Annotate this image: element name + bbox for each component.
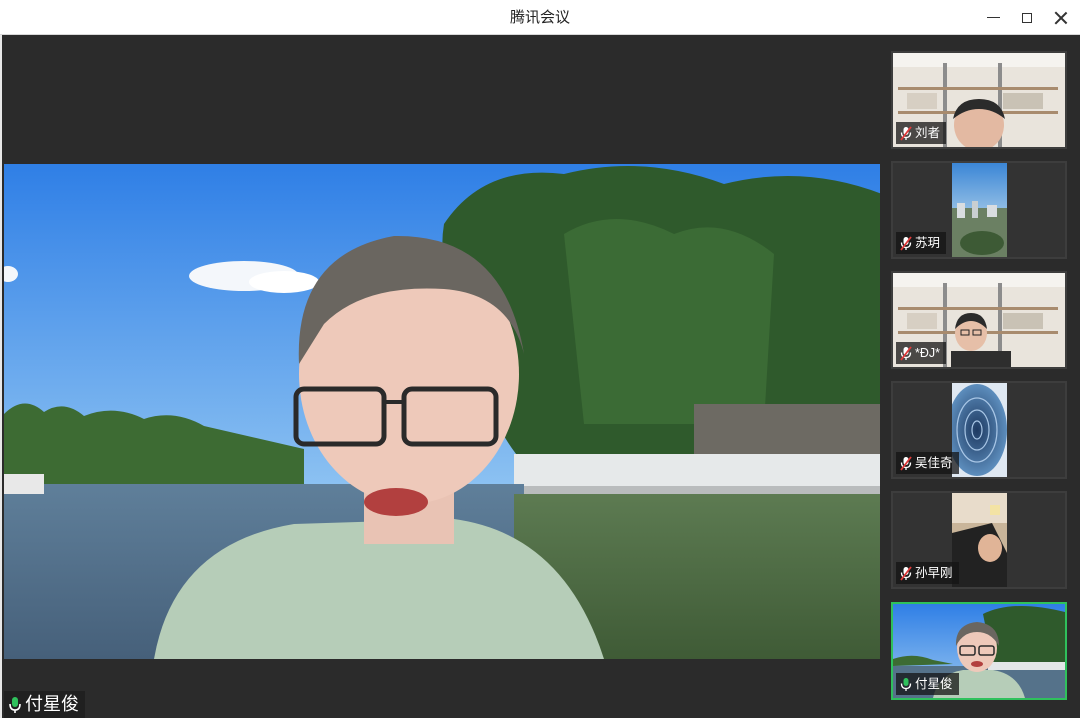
participant-name-tag: 付星俊 [896, 673, 959, 695]
participant-name-tag: *ĐJ* [896, 342, 947, 364]
maximize-button[interactable] [1010, 0, 1044, 35]
participant-sidebar: 刘者 苏玥 *ĐJ* 吴佳奇 孙早刚 付星俊 [880, 35, 1080, 718]
mic-muted-icon [900, 565, 912, 581]
mic-muted-icon [900, 345, 912, 361]
participant-tile[interactable]: 孙早刚 [891, 491, 1067, 589]
participant-tile[interactable]: 苏玥 [891, 161, 1067, 259]
maximize-icon [1022, 12, 1032, 23]
close-icon [1054, 11, 1068, 25]
mic-on-icon [8, 696, 22, 714]
participant-name: *ĐJ* [915, 346, 941, 360]
participant-tile-active[interactable]: 付星俊 [891, 602, 1067, 700]
mic-muted-icon [900, 235, 912, 251]
speaker-name-tag: 付星俊 [4, 691, 85, 718]
participant-tile[interactable]: *ĐJ* [891, 271, 1067, 369]
speaker-video-frame [4, 164, 882, 659]
participant-name-tag: 孙早刚 [896, 562, 959, 584]
participant-video [952, 493, 1007, 587]
participant-name-tag: 刘者 [896, 122, 947, 144]
participant-name: 付星俊 [915, 677, 953, 691]
minimize-button[interactable] [976, 0, 1010, 35]
mic-muted-icon [900, 125, 912, 141]
participant-name: 苏玥 [915, 236, 941, 250]
main-speaker-video[interactable] [4, 164, 882, 659]
title-bar: 腾讯会议 [0, 0, 1080, 35]
participant-name: 吴佳奇 [915, 456, 953, 470]
participant-name-tag: 吴佳奇 [896, 452, 959, 474]
participant-name: 孙早刚 [915, 566, 953, 580]
close-button[interactable] [1044, 0, 1078, 35]
main-video-stage: 付星俊 [0, 35, 882, 718]
mic-muted-icon [900, 455, 912, 471]
participant-video [952, 163, 1007, 257]
mic-on-icon [900, 677, 912, 692]
participant-video [952, 383, 1007, 477]
participant-name: 刘者 [915, 126, 941, 140]
window-title: 腾讯会议 [509, 9, 570, 26]
participant-tile[interactable]: 吴佳奇 [891, 381, 1067, 479]
speaker-name: 付星俊 [25, 694, 79, 714]
minimize-icon [986, 16, 1000, 19]
participant-tile[interactable]: 刘者 [891, 51, 1067, 149]
participant-name-tag: 苏玥 [896, 232, 947, 254]
